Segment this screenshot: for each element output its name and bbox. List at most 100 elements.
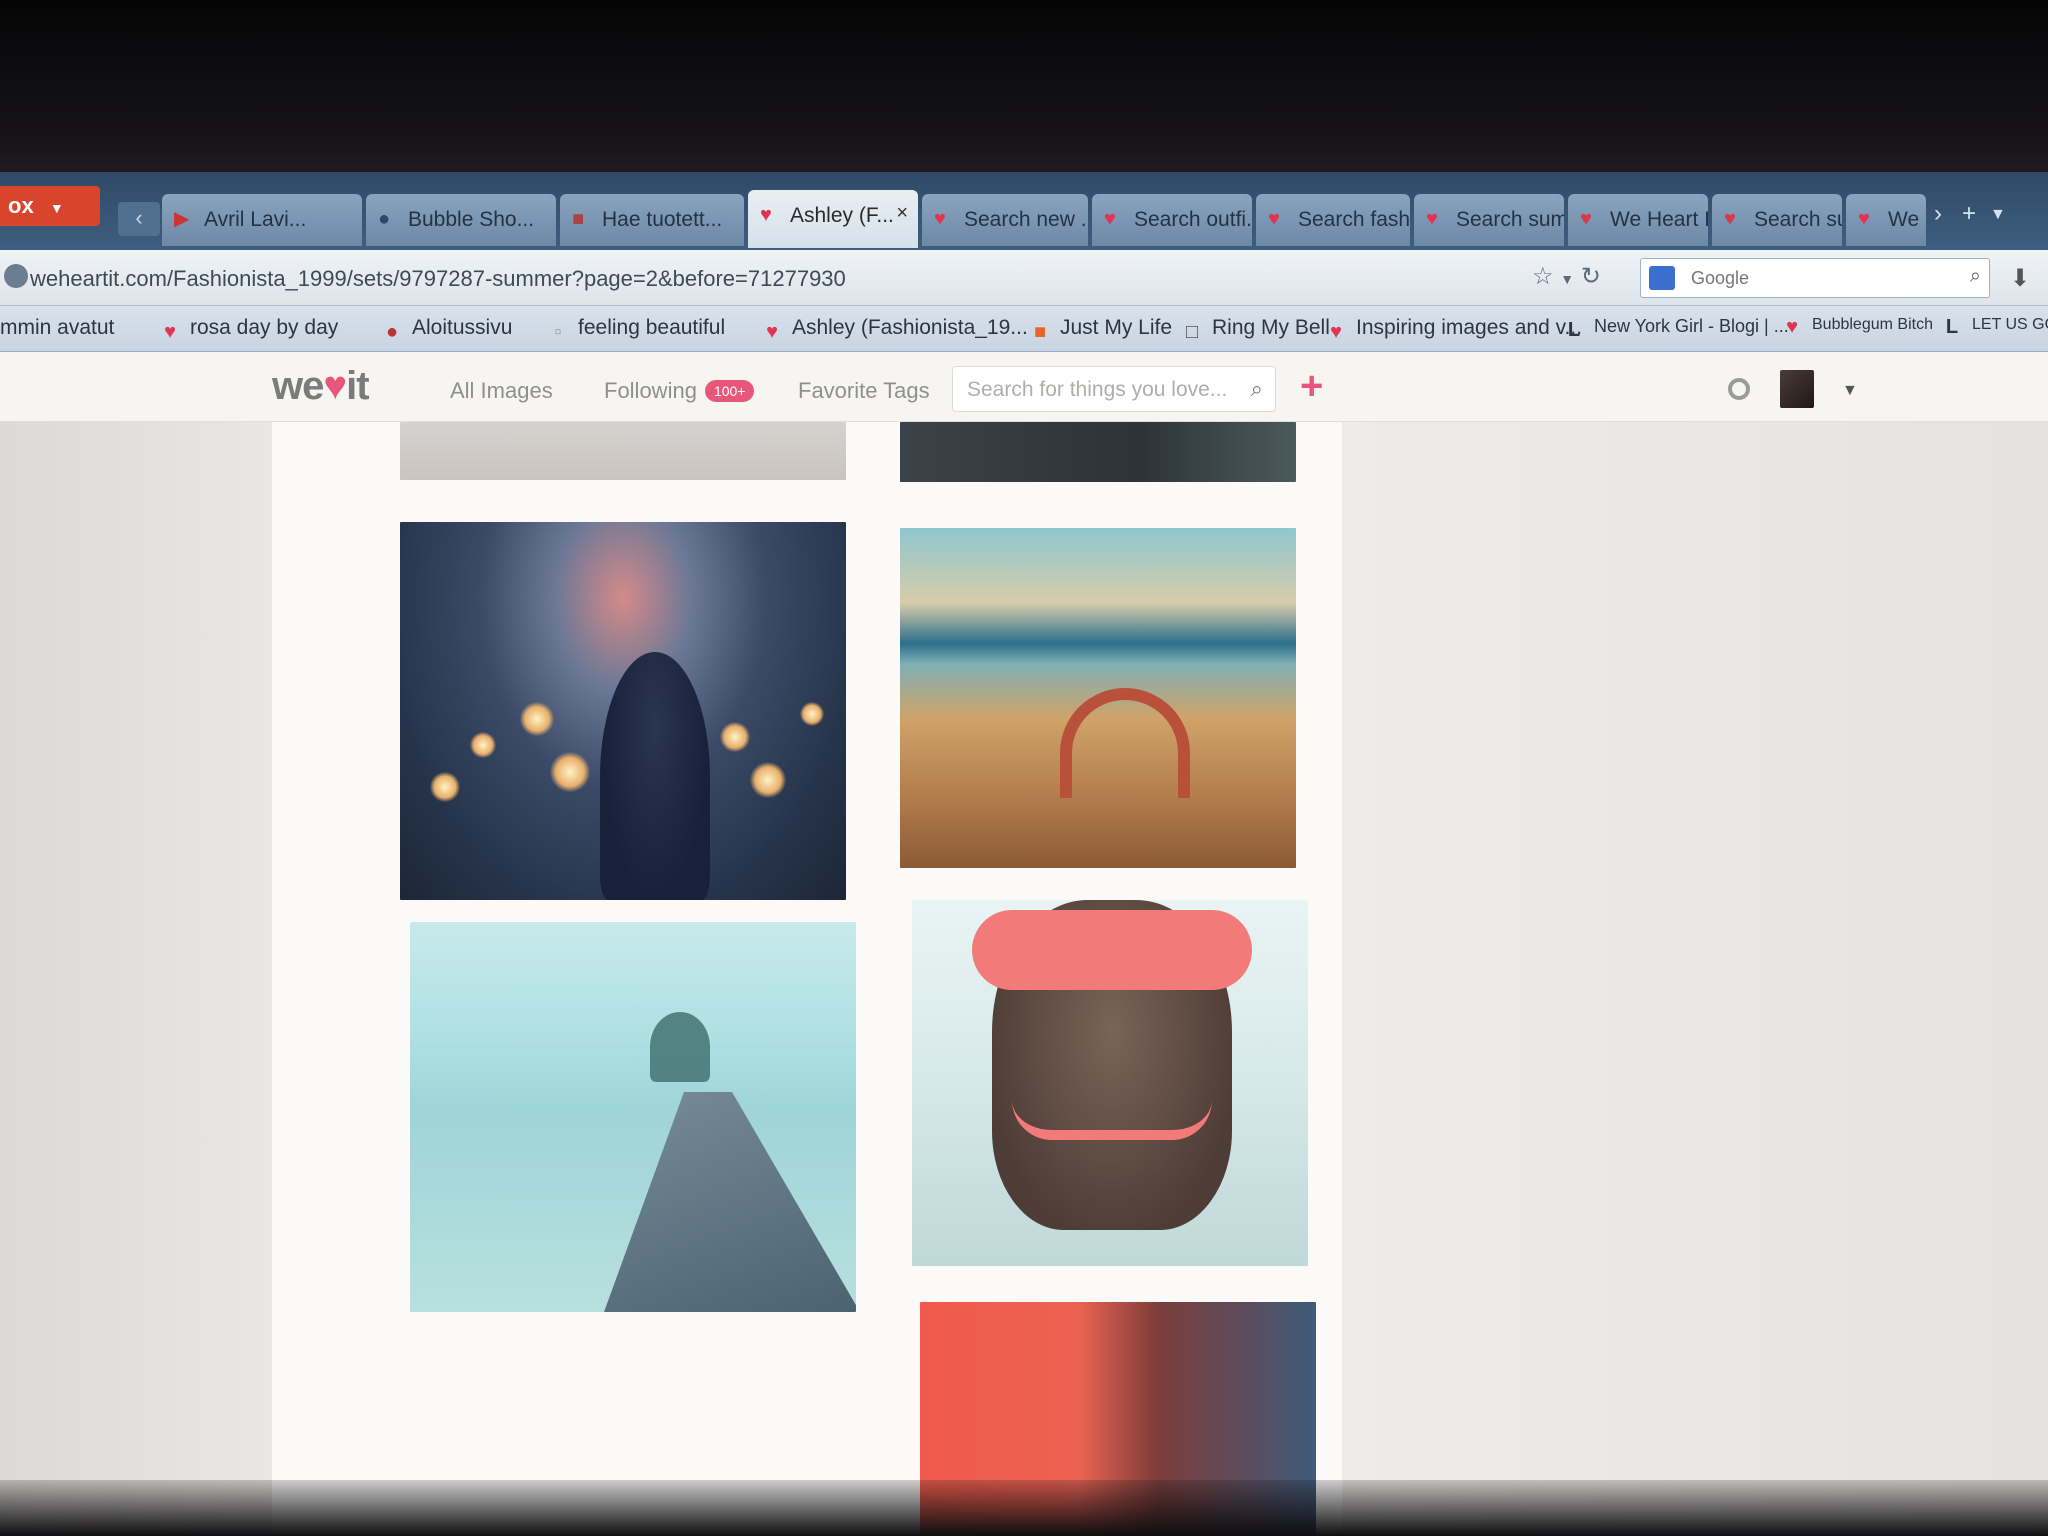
tab-ashley[interactable]: ♥ Ashley (F... × [748, 190, 918, 248]
search-icon[interactable]: ⌕ [1251, 376, 1263, 402]
add-image-button[interactable]: + [1300, 364, 1323, 409]
page-icon: □ [1185, 321, 1199, 343]
nav-favorite-tags[interactable]: Favorite Tags [798, 378, 930, 404]
bookmark-item[interactable]: ● Aloitussivu [380, 316, 512, 343]
tab-label: We H... [1888, 208, 1926, 231]
bookmark-item[interactable]: L LET US GO [1940, 316, 2048, 338]
search-placeholder: Search for things you love... [967, 378, 1228, 401]
page-margin-left [0, 422, 272, 1536]
bookmark-label: Ring My Bell [1212, 316, 1330, 339]
monitor-bezel-bottom [0, 1480, 2048, 1536]
image-thumbnail[interactable] [900, 422, 1296, 482]
nav-all-images[interactable]: All Images [450, 378, 553, 404]
bookmark-label: rosa day by day [190, 316, 339, 339]
site-header: we♥it All Images Following 100+ Favorite … [0, 352, 2048, 422]
tab-search-summer[interactable]: ♥ Search sum... [1414, 194, 1564, 246]
page-icon: ▫ [554, 321, 562, 343]
avatar[interactable] [1780, 370, 1814, 408]
heart-icon: ♥ [766, 321, 778, 343]
reload-icon[interactable]: ↻ [1581, 263, 1601, 290]
monitor-bezel [0, 0, 2048, 190]
heart-icon: ♥ [1858, 208, 1870, 230]
heart-icon: ♥ [1330, 321, 1342, 343]
bookmark-item[interactable]: ♥ Bubblegum Bitch [1780, 316, 1933, 338]
tab-scroll-right-icon[interactable]: › [1934, 200, 1942, 228]
bookmark-star-icon[interactable]: ☆ [1532, 263, 1554, 290]
bookmark-item[interactable]: ■ Just My Life [1028, 316, 1172, 343]
image-thumbnail[interactable] [400, 422, 846, 480]
palm-tree [650, 1012, 710, 1082]
bookmark-item[interactable]: L New York Girl - Blogi | ... [1562, 316, 1789, 341]
chevron-down-icon[interactable]: ▼ [1560, 271, 1574, 287]
bookmark-label: Aloitussivu [412, 316, 513, 339]
gear-icon[interactable] [1728, 378, 1750, 400]
tab-bubble-shooter[interactable]: ● Bubble Sho... [366, 194, 556, 246]
tab-strip: ox ▼ ‹ ▶ Avril Lavi... ● Bubble Sho... ■… [0, 172, 2048, 250]
bookmark-label: feeling beautiful [578, 316, 726, 339]
weheartit-logo[interactable]: we♥it [272, 364, 370, 409]
url-field[interactable]: weheartit.com/Fashionista_1999/sets/9797… [30, 260, 1530, 296]
bookmark-item[interactable]: ♥ Ashley (Fashionista_19... [760, 316, 1028, 343]
tab-label: Search sum... [1456, 208, 1564, 231]
bookmark-item[interactable]: mmin avatut [0, 316, 114, 340]
heart-icon: ♥ [1268, 208, 1280, 230]
heart-icon: ♥ [323, 364, 347, 408]
blogger-icon: ■ [1033, 321, 1047, 343]
tab-label: Search fashi... [1298, 208, 1410, 231]
heart-icon: ♥ [760, 204, 772, 226]
tab-we-h[interactable]: ♥ We H... [1846, 194, 1926, 246]
following-count-badge: 100+ [704, 380, 755, 402]
download-icon[interactable]: ⬇ [2010, 264, 2030, 293]
chevron-down-icon[interactable]: ▼ [1842, 382, 1858, 400]
bookmark-label: Ashley (Fashionista_19... [792, 316, 1028, 339]
bikini-bottom [1012, 1100, 1212, 1140]
tab-search-fashion[interactable]: ♥ Search fashi... [1256, 194, 1410, 246]
google-icon[interactable] [1649, 266, 1675, 290]
image-thumbnail[interactable] [912, 900, 1308, 1266]
game-icon: ● [378, 208, 391, 230]
bokeh-light [750, 762, 786, 798]
bookmarks-toolbar: mmin avatut ♥ rosa day by day ● Aloitussiv… [0, 306, 2048, 352]
tab-label: Search outfi... [1134, 208, 1252, 231]
tab-scroll-left-button[interactable]: ‹ [118, 202, 160, 236]
tab-search-new[interactable]: ♥ Search new ... [922, 194, 1088, 246]
bookmark-label: Inspiring images and v... [1356, 316, 1583, 339]
tab-label: Ashley (F... [790, 204, 894, 227]
pier-deck [604, 1092, 856, 1312]
backbend-figure [1060, 688, 1190, 798]
site-search-input[interactable]: Search for things you love... ⌕ [952, 366, 1276, 412]
tab-list-icon[interactable]: ▼ [1990, 206, 2006, 224]
tab-search-summer-2[interactable]: ♥ Search sum... [1712, 194, 1842, 246]
youtube-icon: ▶ [174, 208, 190, 230]
logo-text-it: it [346, 364, 369, 408]
heart-icon: ♥ [1580, 208, 1592, 230]
image-grid [272, 422, 1342, 1536]
new-tab-icon[interactable]: + [1962, 200, 1976, 228]
nav-following[interactable]: Following 100+ [604, 378, 755, 404]
image-thumbnail[interactable] [900, 528, 1296, 868]
person-silhouette [600, 652, 710, 900]
image-thumbnail[interactable] [400, 522, 846, 900]
letter-l-icon: L [1945, 316, 1959, 338]
tab-label: Search sum... [1754, 208, 1842, 231]
nav-following-label: Following [604, 378, 697, 403]
bookmark-item[interactable]: ♥ Inspiring images and v... [1324, 316, 1582, 343]
tab-avril[interactable]: ▶ Avril Lavi... [162, 194, 362, 246]
bookmark-item[interactable]: ♥ rosa day by day [158, 316, 338, 343]
bookmark-item[interactable]: □ Ring My Bell [1180, 316, 1330, 343]
navigation-bar: weheartit.com/Fashionista_1999/sets/9797… [0, 250, 2048, 306]
tab-search-outfits[interactable]: ♥ Search outfi... [1092, 194, 1252, 246]
browser-search-field[interactable]: Google ⌕ [1640, 258, 1990, 298]
firefox-menu-button[interactable]: ox ▼ [0, 186, 100, 226]
bookmark-item[interactable]: ▫ feeling beautiful [546, 316, 725, 343]
tab-we-heart-it[interactable]: ♥ We Heart It [1568, 194, 1708, 246]
close-icon[interactable]: × [896, 202, 908, 225]
tab-label: Search new ... [964, 208, 1088, 231]
image-thumbnail[interactable] [410, 922, 856, 1312]
tab-hae-tuotetta[interactable]: ■ Hae tuotett... [560, 194, 744, 246]
heart-icon: ♥ [1426, 208, 1438, 230]
search-engine-placeholder: Google [1691, 268, 1750, 288]
bookmark-label: mmin avatut [0, 316, 115, 339]
search-icon[interactable]: ⌕ [1970, 265, 1981, 288]
logo-text-we: we [272, 364, 324, 408]
